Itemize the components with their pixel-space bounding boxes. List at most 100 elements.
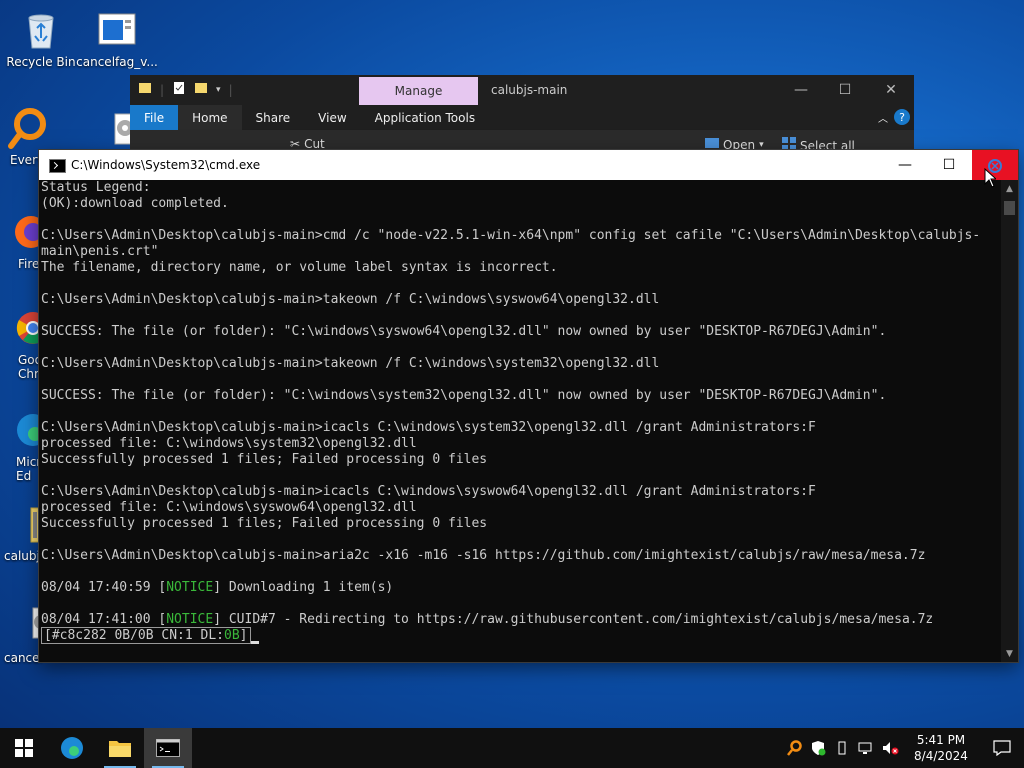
console-line: SUCCESS: The file (or folder): "C:\windo… (41, 388, 887, 403)
recycle-bin-icon (19, 8, 63, 52)
chevron-up-icon[interactable]: ︿ (872, 105, 894, 130)
properties-icon[interactable] (172, 81, 186, 98)
notice-tag: NOTICE (166, 612, 214, 627)
taskbar-file-explorer[interactable] (96, 728, 144, 768)
network-icon[interactable] (854, 740, 878, 756)
desktop-icon-cancelfag[interactable]: cancelfag_v... (76, 8, 158, 69)
explorer-minimize-button[interactable]: — (778, 75, 824, 105)
console-line: C:\Users\Admin\Desktop\calubjs-main>take… (41, 356, 660, 371)
everything-tray-icon[interactable] (782, 740, 806, 756)
cmd-title-bar[interactable]: C:\Windows\System32\cmd.exe — ☐ (39, 150, 1018, 180)
console-lines: Status Legend: (OK):download completed. … (41, 180, 1000, 644)
console-notice-line: 08/04 17:41:00 [NOTICE] CUID#7 - Redirec… (41, 612, 1000, 628)
cmd-window[interactable]: C:\Windows\System32\cmd.exe — ☐ Status L… (39, 150, 1018, 662)
status-prefix: [#c8c282 0B/0B CN:1 DL: (44, 628, 225, 643)
cmd-maximize-button[interactable]: ☐ (926, 150, 972, 180)
scroll-down-icon[interactable]: ▼ (1001, 645, 1018, 662)
tab-file[interactable]: File (130, 105, 179, 130)
console-icon (156, 739, 180, 757)
tab-view[interactable]: View (304, 105, 360, 130)
console-line: (OK):download completed. (41, 196, 229, 211)
console-notice-line: 08/04 17:40:59 [NOTICE] Downloading 1 it… (41, 580, 1000, 596)
quick-access-toolbar: | ▾ | (138, 81, 233, 98)
desktop-icon-label: Recycle Bin (6, 55, 76, 69)
folder-icon[interactable] (138, 81, 152, 98)
clock-time: 5:41 PM (916, 733, 966, 747)
usb-device-icon[interactable] (830, 740, 854, 756)
edge-icon (61, 737, 83, 759)
tab-application-tools[interactable]: Application Tools (361, 105, 489, 130)
cmd-minimize-button[interactable]: — (882, 150, 928, 180)
explorer-window-title: calubjs-main (491, 83, 568, 97)
manage-context-tab[interactable]: Manage (359, 77, 478, 105)
chevron-down-icon[interactable]: ▾ (216, 85, 221, 95)
console-line: Status Legend: (41, 180, 151, 195)
text-cursor (250, 641, 259, 644)
notification-icon (993, 740, 1011, 756)
windows-logo-icon (15, 739, 33, 757)
explorer-title-bar[interactable]: | ▾ | Manage calubjs-main — ☐ ✕ (130, 75, 914, 105)
console-icon (49, 159, 66, 173)
explorer-maximize-button[interactable]: ☐ (822, 75, 868, 105)
console-line: main\penis.crt" (41, 244, 159, 259)
console-line: Successfully processed 1 files; Failed p… (41, 452, 488, 467)
status-dl: 0B (224, 628, 240, 643)
action-center-button[interactable] (980, 740, 1024, 756)
console-line: SUCCESS: The file (or folder): "C:\windo… (41, 324, 887, 339)
scroll-up-icon[interactable]: ▲ (1001, 180, 1018, 197)
tab-home[interactable]: Home (178, 105, 242, 130)
console-line: The filename, directory name, or volume … (41, 260, 558, 275)
desktop-icon-label: cancelfag_v... (76, 55, 158, 69)
cmd-scrollbar[interactable]: ▲ ▼ (1001, 180, 1018, 662)
ribbon-tabs: File Home Share View Application Tools ︿… (130, 105, 914, 130)
edge-icon (0, 408, 49, 452)
download-status: [#c8c282 0B/0B CN:1 DL:0B] (41, 627, 251, 644)
start-button[interactable] (0, 728, 48, 768)
system-tray: 5:41 PM 8/4/2024 (782, 728, 1024, 768)
notice-text: ] Downloading 1 item(s) (213, 580, 394, 595)
notice-prefix: 08/04 17:40:59 [ (41, 580, 167, 595)
folder-icon (109, 741, 131, 757)
taskbar-cmd[interactable] (144, 728, 192, 768)
console-line: C:\Users\Admin\Desktop\calubjs-main>icac… (41, 484, 816, 499)
explorer-close-button[interactable]: ✕ (868, 75, 914, 105)
desktop-icon-recycle-bin[interactable]: Recycle Bin (0, 8, 82, 69)
console-line: processed file: C:\windows\system32\open… (41, 436, 417, 451)
notice-text: ] CUID#7 - Redirecting to https://raw.gi… (213, 612, 934, 627)
scissors-icon: ✂ (290, 137, 301, 151)
firefox-icon (0, 210, 47, 254)
ribbon-cut[interactable]: ✂ Cut (290, 137, 325, 151)
magnifier-icon (5, 106, 49, 150)
cut-label: Cut (304, 137, 325, 151)
security-shield-icon[interactable] (806, 740, 830, 756)
console-line: C:\Users\Admin\Desktop\calubjs-main>take… (41, 292, 660, 307)
console-line: C:\Users\Admin\Desktop\calubjs-main>cmd … (41, 228, 981, 243)
help-icon[interactable]: ? (894, 109, 910, 125)
console-line: C:\Users\Admin\Desktop\calubjs-main>aria… (41, 548, 926, 563)
cmd-window-title: C:\Windows\System32\cmd.exe (71, 158, 261, 172)
console-line: processed file: C:\windows\syswow64\open… (41, 500, 417, 515)
tab-share[interactable]: Share (242, 105, 305, 130)
taskbar-edge[interactable] (48, 728, 96, 768)
document-window-icon (95, 8, 139, 52)
console-output[interactable]: Status Legend: (OK):download completed. … (41, 180, 1000, 662)
new-folder-icon[interactable] (194, 81, 208, 98)
taskbar-clock[interactable]: 5:41 PM 8/4/2024 (902, 732, 980, 764)
console-line: C:\Users\Admin\Desktop\calubjs-main>icac… (41, 420, 816, 435)
scroll-thumb[interactable] (1004, 201, 1015, 215)
download-status-line: [#c8c282 0B/0B CN:1 DL:0B] (41, 627, 1000, 644)
taskbar: 5:41 PM 8/4/2024 (0, 728, 1024, 768)
console-line: Successfully processed 1 files; Failed p… (41, 516, 488, 531)
chevron-down-icon: ▾ (759, 139, 764, 150)
volume-muted-icon[interactable] (878, 740, 902, 756)
status-suffix: ] (239, 628, 248, 643)
chrome-icon (0, 306, 49, 350)
